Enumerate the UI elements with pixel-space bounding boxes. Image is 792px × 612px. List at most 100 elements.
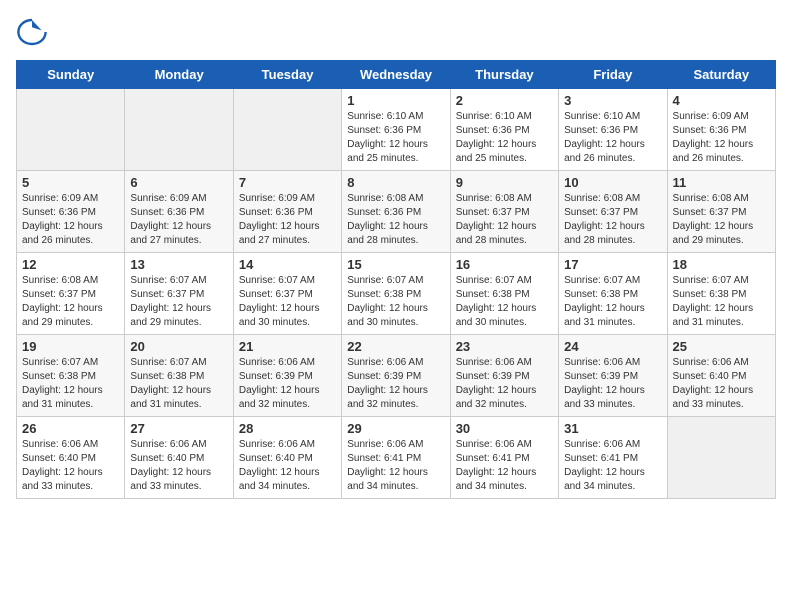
day-number: 9 (456, 175, 553, 190)
calendar-cell: 13 Sunrise: 6:07 AM Sunset: 6:37 PM Dayli… (125, 253, 233, 335)
day-info: Sunrise: 6:06 AM Sunset: 6:40 PM Dayligh… (673, 356, 770, 412)
day-number: 29 (347, 421, 444, 436)
day-number: 15 (347, 257, 444, 272)
day-number: 30 (456, 421, 553, 436)
calendar-cell: 27 Sunrise: 6:06 AM Sunset: 6:40 PM Dayli… (125, 417, 233, 499)
day-number: 24 (564, 339, 661, 354)
calendar-cell: 8 Sunrise: 6:08 AM Sunset: 6:36 PM Daylig… (342, 171, 450, 253)
calendar-cell: 10 Sunrise: 6:08 AM Sunset: 6:37 PM Dayli… (559, 171, 667, 253)
day-number: 8 (347, 175, 444, 190)
day-number: 11 (673, 175, 770, 190)
day-number: 3 (564, 93, 661, 108)
weekday-header: Saturday (667, 61, 775, 89)
calendar-cell: 9Sunrise: 6:08 AM Sunset: 6:37 PM Daylig… (450, 171, 558, 253)
weekday-header: Sunday (17, 61, 125, 89)
day-number: 21 (239, 339, 336, 354)
calendar-week-row: 19Sunrise: 6:07 AM Sunset: 6:38 PM Dayli… (17, 335, 776, 417)
day-number: 16 (456, 257, 553, 272)
weekday-header: Wednesday (342, 61, 450, 89)
calendar-week-row: 1 Sunrise: 6:10 AM Sunset: 6:36 PM Daylig… (17, 89, 776, 171)
calendar-cell: 31Sunrise: 6:06 AM Sunset: 6:41 PM Dayli… (559, 417, 667, 499)
calendar-cell: 2 Sunrise: 6:10 AM Sunset: 6:36 PM Daylig… (450, 89, 558, 171)
calendar-cell: 4Sunrise: 6:09 AM Sunset: 6:36 PM Daylig… (667, 89, 775, 171)
day-number: 20 (130, 339, 227, 354)
calendar-week-row: 12 Sunrise: 6:08 AM Sunset: 6:37 PM Dayli… (17, 253, 776, 335)
calendar-cell: 12 Sunrise: 6:08 AM Sunset: 6:37 PM Dayli… (17, 253, 125, 335)
day-info: Sunrise: 6:07 AM Sunset: 6:38 PM Dayligh… (564, 274, 661, 330)
day-number: 1 (347, 93, 444, 108)
calendar-cell: 25 Sunrise: 6:06 AM Sunset: 6:40 PM Dayli… (667, 335, 775, 417)
day-number: 2 (456, 93, 553, 108)
calendar-cell (667, 417, 775, 499)
day-info: Sunrise: 6:10 AM Sunset: 6:36 PM Dayligh… (456, 110, 553, 166)
calendar-cell (125, 89, 233, 171)
calendar-cell: 15Sunrise: 6:07 AM Sunset: 6:38 PM Dayli… (342, 253, 450, 335)
weekday-header: Monday (125, 61, 233, 89)
weekday-header: Thursday (450, 61, 558, 89)
day-number: 10 (564, 175, 661, 190)
day-number: 13 (130, 257, 227, 272)
day-number: 18 (673, 257, 770, 272)
calendar: SundayMondayTuesdayWednesdayThursdayFrid… (16, 60, 776, 499)
day-info: Sunrise: 6:08 AM Sunset: 6:36 PM Dayligh… (347, 192, 444, 248)
day-info: Sunrise: 6:06 AM Sunset: 6:40 PM Dayligh… (22, 438, 119, 494)
day-info: Sunrise: 6:07 AM Sunset: 6:37 PM Dayligh… (239, 274, 336, 330)
calendar-cell: 28 Sunrise: 6:06 AM Sunset: 6:40 PM Dayli… (233, 417, 341, 499)
page-header (16, 16, 776, 48)
day-number: 5 (22, 175, 119, 190)
calendar-cell: 20Sunrise: 6:07 AM Sunset: 6:38 PM Dayli… (125, 335, 233, 417)
day-info: Sunrise: 6:07 AM Sunset: 6:38 PM Dayligh… (456, 274, 553, 330)
day-info: Sunrise: 6:07 AM Sunset: 6:37 PM Dayligh… (130, 274, 227, 330)
day-number: 26 (22, 421, 119, 436)
day-info: Sunrise: 6:06 AM Sunset: 6:40 PM Dayligh… (239, 438, 336, 494)
day-info: Sunrise: 6:08 AM Sunset: 6:37 PM Dayligh… (22, 274, 119, 330)
calendar-cell: 24 Sunrise: 6:06 AM Sunset: 6:39 PM Dayli… (559, 335, 667, 417)
day-number: 12 (22, 257, 119, 272)
day-number: 22 (347, 339, 444, 354)
calendar-cell: 22Sunrise: 6:06 AM Sunset: 6:39 PM Dayli… (342, 335, 450, 417)
day-number: 14 (239, 257, 336, 272)
day-info: Sunrise: 6:06 AM Sunset: 6:39 PM Dayligh… (564, 356, 661, 412)
day-info: Sunrise: 6:09 AM Sunset: 6:36 PM Dayligh… (22, 192, 119, 248)
day-number: 25 (673, 339, 770, 354)
calendar-cell: 6 Sunrise: 6:09 AM Sunset: 6:36 PM Daylig… (125, 171, 233, 253)
calendar-cell: 3Sunrise: 6:10 AM Sunset: 6:36 PM Daylig… (559, 89, 667, 171)
day-info: Sunrise: 6:06 AM Sunset: 6:41 PM Dayligh… (564, 438, 661, 494)
weekday-header: Tuesday (233, 61, 341, 89)
day-number: 27 (130, 421, 227, 436)
day-info: Sunrise: 6:07 AM Sunset: 6:38 PM Dayligh… (673, 274, 770, 330)
day-info: Sunrise: 6:06 AM Sunset: 6:39 PM Dayligh… (239, 356, 336, 412)
day-number: 6 (130, 175, 227, 190)
calendar-cell: 17 Sunrise: 6:07 AM Sunset: 6:38 PM Dayli… (559, 253, 667, 335)
day-info: Sunrise: 6:06 AM Sunset: 6:39 PM Dayligh… (456, 356, 553, 412)
calendar-cell: 5 Sunrise: 6:09 AM Sunset: 6:36 PM Daylig… (17, 171, 125, 253)
day-info: Sunrise: 6:08 AM Sunset: 6:37 PM Dayligh… (673, 192, 770, 248)
weekday-header: Friday (559, 61, 667, 89)
calendar-cell: 14 Sunrise: 6:07 AM Sunset: 6:37 PM Dayli… (233, 253, 341, 335)
calendar-cell: 29 Sunrise: 6:06 AM Sunset: 6:41 PM Dayli… (342, 417, 450, 499)
day-info: Sunrise: 6:09 AM Sunset: 6:36 PM Dayligh… (130, 192, 227, 248)
calendar-cell (233, 89, 341, 171)
day-number: 7 (239, 175, 336, 190)
day-info: Sunrise: 6:06 AM Sunset: 6:41 PM Dayligh… (347, 438, 444, 494)
calendar-cell: 1 Sunrise: 6:10 AM Sunset: 6:36 PM Daylig… (342, 89, 450, 171)
logo (16, 16, 52, 48)
calendar-cell: 18 Sunrise: 6:07 AM Sunset: 6:38 PM Dayli… (667, 253, 775, 335)
day-info: Sunrise: 6:09 AM Sunset: 6:36 PM Dayligh… (239, 192, 336, 248)
day-number: 19 (22, 339, 119, 354)
day-info: Sunrise: 6:08 AM Sunset: 6:37 PM Dayligh… (564, 192, 661, 248)
calendar-cell (17, 89, 125, 171)
calendar-cell: 26 Sunrise: 6:06 AM Sunset: 6:40 PM Dayli… (17, 417, 125, 499)
day-number: 28 (239, 421, 336, 436)
day-info: Sunrise: 6:06 AM Sunset: 6:40 PM Dayligh… (130, 438, 227, 494)
calendar-cell: 7 Sunrise: 6:09 AM Sunset: 6:36 PM Daylig… (233, 171, 341, 253)
calendar-cell: 11 Sunrise: 6:08 AM Sunset: 6:37 PM Dayli… (667, 171, 775, 253)
day-info: Sunrise: 6:06 AM Sunset: 6:41 PM Dayligh… (456, 438, 553, 494)
day-number: 23 (456, 339, 553, 354)
calendar-header-row: SundayMondayTuesdayWednesdayThursdayFrid… (17, 61, 776, 89)
day-info: Sunrise: 6:10 AM Sunset: 6:36 PM Dayligh… (347, 110, 444, 166)
day-number: 17 (564, 257, 661, 272)
logo-icon (16, 16, 48, 48)
calendar-cell: 16 Sunrise: 6:07 AM Sunset: 6:38 PM Dayli… (450, 253, 558, 335)
calendar-cell: 23 Sunrise: 6:06 AM Sunset: 6:39 PM Dayli… (450, 335, 558, 417)
